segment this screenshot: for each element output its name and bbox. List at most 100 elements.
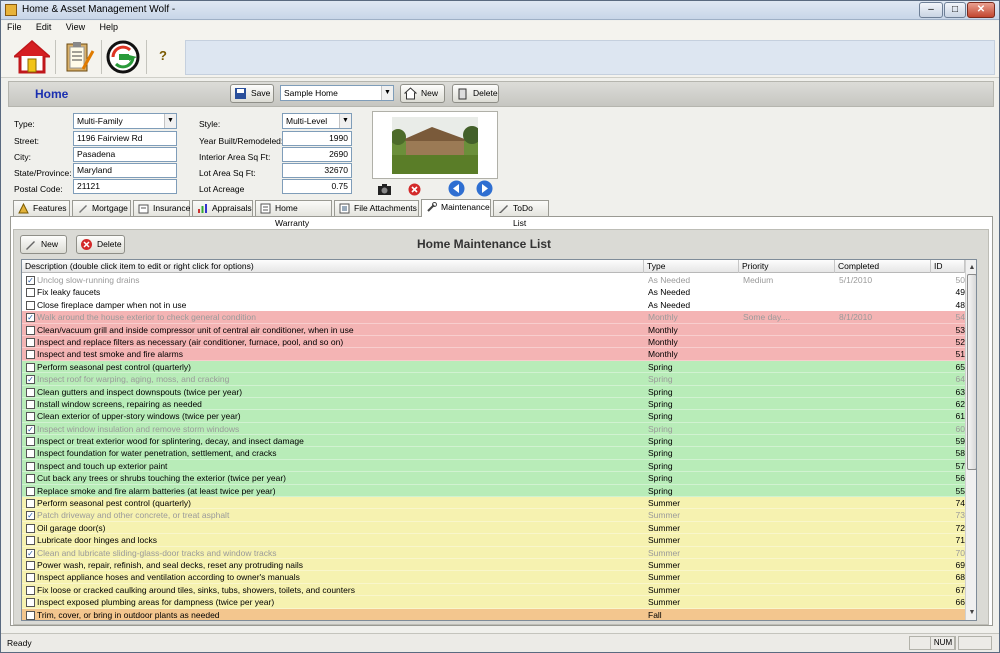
table-row[interactable]: Fix loose or cracked caulking around til…	[22, 583, 965, 597]
row-checkbox[interactable]	[26, 474, 35, 484]
table-row[interactable]: Fix leaky faucets As Needed 49	[22, 286, 965, 299]
close-button[interactable]: ✕	[967, 2, 995, 18]
row-checkbox[interactable]	[26, 536, 35, 546]
row-checkbox[interactable]: ✓	[26, 375, 35, 385]
interior-area-field[interactable]: 2690	[282, 147, 352, 162]
table-row[interactable]: ✓ Walk around the house exterior to check…	[22, 311, 965, 324]
table-row[interactable]: Install window screens, repairing as nee…	[22, 397, 965, 411]
table-row[interactable]: Replace smoke and fire alarm batteries (…	[22, 484, 965, 498]
row-checkbox[interactable]	[26, 486, 35, 496]
row-checkbox[interactable]	[26, 585, 35, 595]
scroll-down-icon[interactable]: ▼	[967, 607, 976, 618]
previous-photo-icon[interactable]	[448, 180, 465, 197]
table-row[interactable]: Trim, cover, or bring in outdoor plants …	[22, 608, 965, 620]
table-row[interactable]: Oil garage door(s) Summer 72	[22, 521, 965, 535]
maximize-button[interactable]: □	[944, 2, 966, 18]
row-checkbox[interactable]: ✓	[26, 276, 35, 285]
table-row[interactable]: Perform seasonal pest control (quarterly…	[22, 360, 965, 374]
row-checkbox[interactable]	[26, 412, 35, 422]
house-icon[interactable]	[14, 39, 50, 75]
city-field[interactable]: Pasadena	[73, 147, 177, 162]
table-row[interactable]: Inspect and replace filters as necessary…	[22, 335, 965, 349]
clipboard-icon[interactable]	[61, 39, 97, 75]
style-select[interactable]: Multi-Level ▼	[282, 113, 352, 129]
column-header-priority[interactable]: Priority	[739, 260, 835, 273]
help-icon[interactable]: ?	[159, 48, 167, 63]
row-checkbox[interactable]	[26, 399, 35, 409]
tab-insurance[interactable]: Insurance	[133, 200, 190, 216]
remove-photo-icon[interactable]	[407, 182, 422, 197]
row-checkbox[interactable]: ✓	[26, 424, 35, 434]
tab-features[interactable]: Features	[13, 200, 70, 216]
lot-area-field[interactable]: 32670	[282, 163, 352, 178]
column-header-id[interactable]: ID	[931, 260, 965, 273]
row-checkbox[interactable]	[26, 499, 35, 509]
column-header-description[interactable]: Description (double click item to edit o…	[22, 260, 644, 273]
row-checkbox[interactable]	[26, 610, 35, 620]
row-checkbox[interactable]	[26, 461, 35, 471]
year-field[interactable]: 1990	[282, 131, 352, 146]
row-checkbox[interactable]	[26, 350, 35, 360]
street-field[interactable]: 1196 Fairview Rd	[73, 131, 177, 146]
row-checkbox[interactable]: ✓	[26, 511, 35, 521]
house-photo[interactable]	[392, 117, 478, 174]
table-row[interactable]: ✓ Inspect roof for warping, aging, moss, …	[22, 373, 965, 386]
delete-task-button[interactable]: Delete	[76, 235, 125, 254]
vertical-scrollbar[interactable]: ▲ ▼	[965, 260, 976, 620]
column-header-completed[interactable]: Completed	[835, 260, 931, 273]
tab-mortgage[interactable]: Mortgage	[72, 200, 131, 216]
row-checkbox[interactable]	[26, 598, 35, 608]
new-home-button[interactable]: New	[400, 84, 445, 103]
table-row[interactable]: ✓ Unclog slow-running drains As Needed Medi…	[22, 274, 965, 287]
tab-maintenance[interactable]: Maintenance	[421, 199, 491, 217]
next-photo-icon[interactable]	[476, 180, 493, 197]
tab-appraisals[interactable]: Appraisals	[192, 200, 253, 216]
tab-home-warranty[interactable]: Home Warranty	[255, 200, 332, 228]
scroll-up-icon[interactable]: ▲	[967, 262, 976, 273]
row-checkbox[interactable]	[26, 437, 35, 447]
table-row[interactable]: Cut back any trees or shrubs touching th…	[22, 472, 965, 485]
menu-view[interactable]: View	[60, 21, 91, 33]
table-row[interactable]: Inspect and touch up exterior paint Sprin…	[22, 459, 965, 473]
row-checkbox[interactable]	[26, 337, 35, 347]
table-row[interactable]: ✓ Inspect window insulation and remove st…	[22, 422, 965, 436]
table-row[interactable]: Inspect appliance hoses and ventilation …	[22, 571, 965, 584]
lot-acreage-field[interactable]: 0.75	[282, 179, 352, 194]
table-row[interactable]: Inspect and test smoke and fire alarms Mo…	[22, 348, 965, 361]
row-checkbox[interactable]	[26, 387, 35, 397]
postal-field[interactable]: 21121	[73, 179, 177, 194]
home-select[interactable]: Sample Home ▼	[280, 85, 394, 101]
table-row[interactable]: Inspect exposed plumbing areas for dampn…	[22, 596, 965, 609]
row-checkbox[interactable]	[26, 560, 35, 570]
table-row[interactable]: Clean gutters and inspect downspouts (tw…	[22, 385, 965, 398]
new-task-button[interactable]: New	[20, 235, 67, 254]
column-header-type[interactable]: Type	[644, 260, 739, 273]
camera-icon[interactable]	[377, 182, 392, 197]
row-checkbox[interactable]: ✓	[26, 313, 35, 323]
sync-icon[interactable]	[105, 39, 141, 75]
table-row[interactable]: ✓ Clean and lubricate sliding-glass-door …	[22, 546, 965, 559]
row-checkbox[interactable]	[26, 362, 35, 372]
save-button[interactable]: Save	[230, 84, 274, 103]
table-row[interactable]: Power wash, repair, refinish, and seal d…	[22, 558, 965, 572]
tab-file-attachments[interactable]: File Attachments	[334, 200, 419, 216]
row-checkbox[interactable]	[26, 288, 35, 298]
tab-todo-list[interactable]: ToDo List	[493, 200, 549, 228]
table-row[interactable]: Lubricate door hinges and locks Summer 71	[22, 534, 965, 547]
table-row[interactable]: Clean/vacuum grill and inside compressor…	[22, 323, 965, 336]
scroll-thumb[interactable]	[967, 274, 976, 470]
minimize-button[interactable]: –	[919, 2, 943, 18]
row-checkbox[interactable]	[26, 573, 35, 583]
state-field[interactable]: Maryland	[73, 163, 177, 178]
menu-help[interactable]: Help	[94, 21, 125, 33]
table-row[interactable]: Perform seasonal pest control (quarterly…	[22, 497, 965, 510]
delete-home-button[interactable]: Delete	[452, 84, 499, 103]
row-checkbox[interactable]	[26, 300, 35, 310]
type-select[interactable]: Multi-Family ▼	[73, 113, 177, 129]
table-row[interactable]: Inspect foundation for water penetration…	[22, 447, 965, 460]
row-checkbox[interactable]: ✓	[26, 548, 35, 558]
table-row[interactable]: Close fireplace damper when not in use As…	[22, 298, 965, 312]
table-row[interactable]: Inspect or treat exterior wood for splin…	[22, 435, 965, 448]
menu-file[interactable]: File	[1, 21, 28, 33]
row-checkbox[interactable]	[26, 523, 35, 533]
